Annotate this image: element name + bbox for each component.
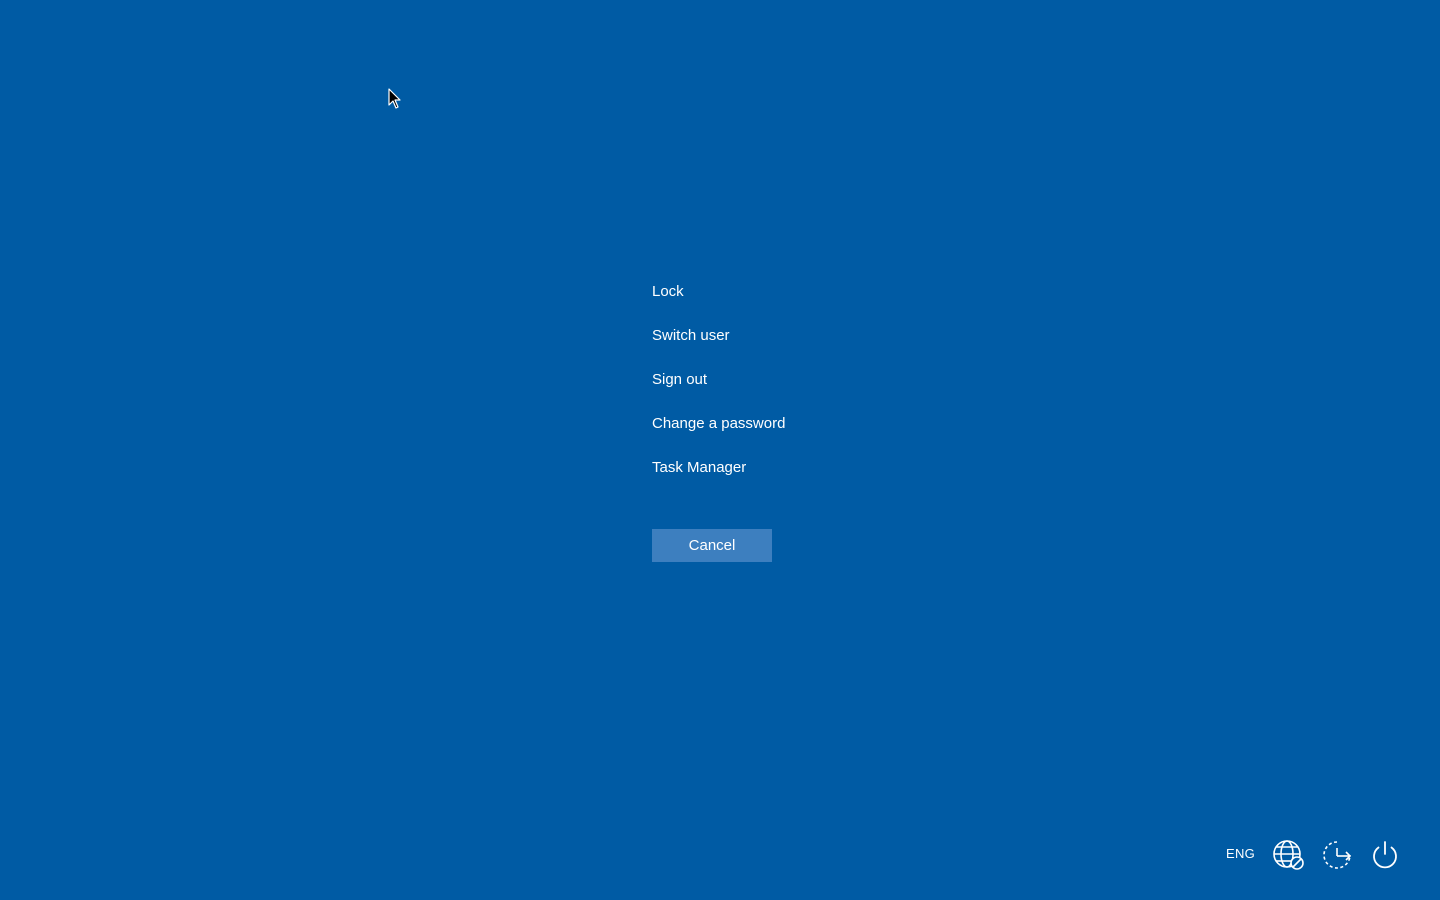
sign-out-link[interactable]: Sign out: [652, 368, 952, 412]
security-options-menu: Lock Switch user Sign out Change a passw…: [652, 280, 952, 500]
input-language-indicator[interactable]: ENG: [1226, 846, 1255, 861]
change-password-link[interactable]: Change a password: [652, 412, 952, 456]
switch-user-link[interactable]: Switch user: [652, 324, 952, 368]
cancel-button[interactable]: Cancel: [652, 529, 772, 562]
system-tray: ENG: [1200, 834, 1440, 876]
lock-link[interactable]: Lock: [652, 280, 952, 324]
accessibility-icon[interactable]: [1320, 838, 1354, 872]
power-icon[interactable]: [1368, 838, 1402, 872]
network-icon[interactable]: [1272, 838, 1306, 872]
mouse-cursor-icon: [388, 88, 402, 110]
task-manager-link[interactable]: Task Manager: [652, 456, 952, 500]
